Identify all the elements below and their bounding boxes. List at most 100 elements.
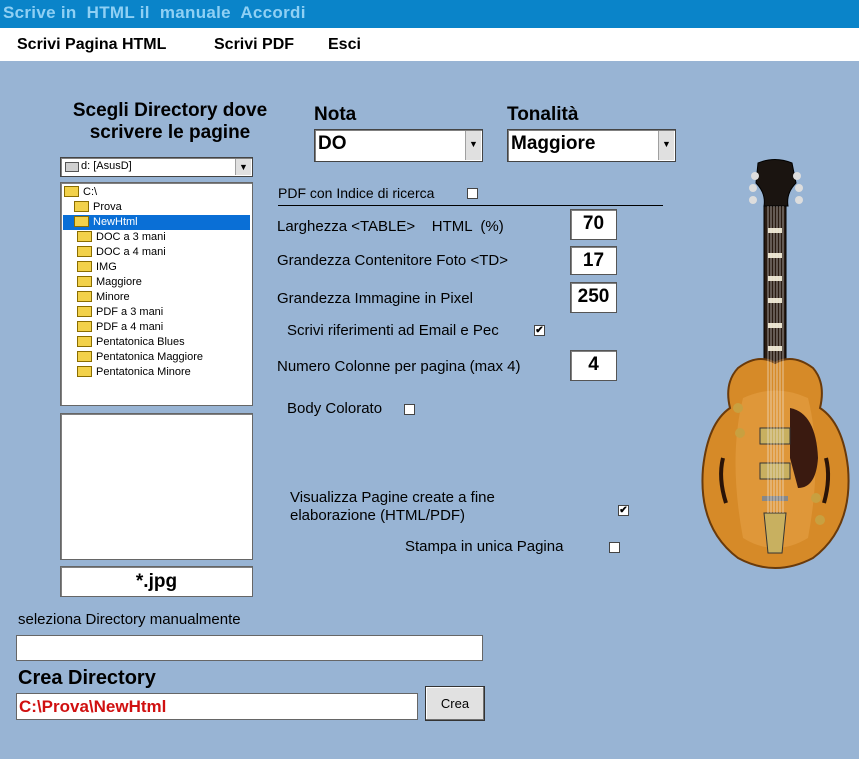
directory-heading-line2: scrivere le pagine: [89, 122, 251, 143]
folder-icon: [77, 350, 92, 362]
image-pixel-label: Grandezza Immagine in Pixel: [277, 290, 473, 307]
table-width-label: Larghezza <TABLE> HTML (%): [277, 218, 504, 235]
columns-label: Numero Colonne per pagina (max 4): [277, 358, 521, 375]
guitar-bridge: [762, 496, 788, 501]
dir-label: Minore: [96, 291, 130, 303]
guitar-knob: [811, 493, 821, 503]
chevron-down-icon[interactable]: ▼: [658, 131, 674, 160]
dir-item[interactable]: PDF a 3 mani: [77, 305, 163, 320]
dir-label: IMG: [96, 261, 117, 273]
create-button[interactable]: Crea: [425, 686, 485, 721]
nota-value: DO: [318, 133, 347, 154]
menu-scrivi-pdf[interactable]: Scrivi PDF: [214, 36, 294, 54]
folder-icon: [77, 305, 92, 317]
dir-item[interactable]: IMG: [77, 260, 117, 275]
title-bar: Scrive in HTML il manuale Accordi: [0, 0, 859, 28]
folder-icon: [77, 260, 92, 272]
chevron-down-icon[interactable]: ▼: [465, 131, 481, 160]
table-width-input[interactable]: 70: [570, 209, 617, 240]
dir-item[interactable]: Pentatonica Maggiore: [77, 350, 203, 365]
single-page-label: Stampa in unica Pagina: [405, 538, 564, 555]
tuner-peg: [749, 196, 757, 204]
dir-item[interactable]: Pentatonica Minore: [77, 365, 191, 380]
dir-item[interactable]: C:\: [64, 185, 97, 200]
directory-list[interactable]: C:\ Prova NewHtml DOC a 3 mani DOC a 4 m…: [60, 182, 253, 406]
tuner-peg: [749, 184, 757, 192]
dir-label: C:\: [83, 186, 98, 198]
email-refs-checkbox[interactable]: ✔: [534, 325, 545, 336]
guitar-image: [701, 159, 850, 569]
nota-label: Nota: [314, 104, 357, 125]
folder-icon: [77, 320, 92, 332]
dir-label: DOC a 3 mani: [96, 231, 166, 243]
tuner-peg: [793, 172, 801, 180]
dir-item[interactable]: Maggiore: [77, 275, 142, 290]
dir-label: Prova: [93, 201, 122, 213]
menu-esci[interactable]: Esci: [328, 36, 361, 54]
nota-select[interactable]: DO ▼: [314, 129, 483, 162]
image-pixel-input[interactable]: 250: [570, 282, 617, 313]
dir-item[interactable]: DOC a 3 mani: [77, 230, 166, 245]
dir-item[interactable]: Minore: [77, 290, 130, 305]
folder-open-icon: [74, 215, 89, 227]
folder-icon: [77, 365, 92, 377]
tuner-peg: [795, 196, 803, 204]
directory-heading: Scegli Directory dove scrivere le pagine: [55, 100, 285, 144]
tuner-peg: [795, 184, 803, 192]
guitar-pickup: [759, 427, 791, 445]
columns-input[interactable]: 4: [570, 350, 617, 381]
drive-select[interactable]: d: [AsusD] ▼: [60, 157, 253, 177]
dir-item-selected[interactable]: NewHtml: [63, 215, 250, 230]
single-page-checkbox[interactable]: [609, 542, 620, 553]
dir-label: Maggiore: [96, 276, 142, 288]
tuner-peg: [751, 172, 759, 180]
guitar-knob: [815, 515, 825, 525]
create-dir-path-input[interactable]: C:\Prova\NewHtml: [16, 693, 418, 720]
menu-scrivi-html[interactable]: Scrivi Pagina HTML: [17, 36, 166, 54]
tonalita-label: Tonalità: [507, 104, 579, 125]
pdf-index-label: PDF con Indice di ricerca: [278, 185, 435, 201]
dir-label: PDF a 3 mani: [96, 306, 164, 318]
guitar-tailpiece: [763, 512, 787, 554]
photo-container-label: Grandezza Contenitore Foto <TD>: [277, 252, 508, 269]
tonalita-select[interactable]: Maggiore ▼: [507, 129, 676, 162]
folder-icon: [77, 335, 92, 347]
guitar-knob: [735, 428, 745, 438]
folder-open-icon: [64, 185, 79, 197]
dir-label: DOC a 4 mani: [96, 246, 166, 258]
chevron-down-icon[interactable]: ▼: [235, 159, 251, 175]
show-pages-label-line1: Visualizza Pagine create a fine: [290, 489, 495, 506]
folder-open-icon: [74, 200, 89, 212]
show-pages-checkbox[interactable]: ✔: [618, 505, 629, 516]
show-pages-label: Visualizza Pagine create a fine elaboraz…: [290, 489, 495, 525]
directory-heading-line1: Scegli Directory dove: [72, 100, 268, 121]
dir-label: NewHtml: [93, 216, 138, 228]
file-filter-box[interactable]: *.jpg: [60, 566, 253, 597]
window-title: Scrive in HTML il manuale Accordi: [3, 3, 306, 22]
drive-value: d: [AsusD]: [81, 160, 132, 172]
folder-icon: [77, 290, 92, 302]
dir-label: Pentatonica Minore: [96, 366, 191, 378]
body-colored-label: Body Colorato: [287, 400, 383, 417]
guitar-pickup: [759, 462, 791, 480]
email-refs-label: Scrivi riferimenti ad Email e Pec: [287, 322, 499, 339]
show-pages-label-line2: elaborazione (HTML/PDF): [290, 507, 466, 524]
tonalita-value: Maggiore: [511, 133, 596, 154]
folder-icon: [77, 275, 92, 287]
body-colored-checkbox[interactable]: [404, 404, 415, 415]
dir-item[interactable]: Prova: [74, 200, 122, 215]
dir-label: PDF a 4 mani: [96, 321, 164, 333]
folder-icon: [77, 245, 92, 257]
file-list[interactable]: [60, 413, 253, 560]
manual-dir-input[interactable]: [16, 635, 483, 661]
dir-item[interactable]: Pentatonica Blues: [77, 335, 185, 350]
dir-item[interactable]: PDF a 4 mani: [77, 320, 163, 335]
menu-bar: Scrivi Pagina HTML Scrivi PDF Esci: [0, 28, 859, 61]
photo-container-input[interactable]: 17: [570, 246, 617, 275]
pdf-index-checkbox[interactable]: [467, 188, 478, 199]
folder-icon: [77, 230, 92, 242]
create-dir-label: Crea Directory: [18, 667, 156, 689]
drive-icon: [65, 162, 79, 172]
divider: [278, 205, 663, 206]
dir-item[interactable]: DOC a 4 mani: [77, 245, 166, 260]
